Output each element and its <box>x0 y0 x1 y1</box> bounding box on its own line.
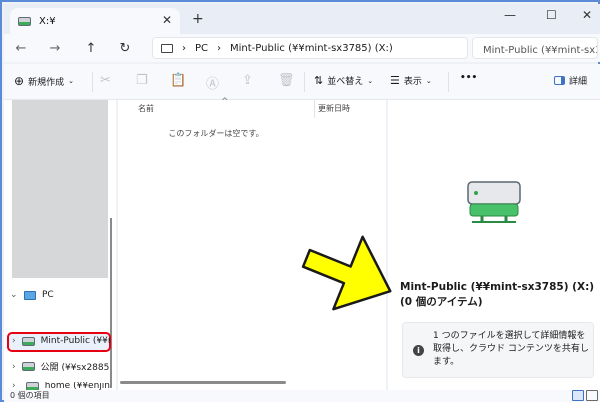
computer-icon <box>161 43 173 53</box>
details-title: Mint-Public (¥¥mint-sx3785) (X:) (0 個のアイ… <box>400 281 595 308</box>
tab-current[interactable]: X:¥ ✕ <box>10 8 180 34</box>
chevron-down-icon: ⌄ <box>425 76 432 85</box>
info-icon: i <box>413 345 424 356</box>
details-pane-icon <box>554 76 565 85</box>
column-divider[interactable] <box>314 100 315 118</box>
sidebar-item-label: 公開 (¥¥sx2885) <box>40 363 110 373</box>
chevron-right-icon[interactable]: › <box>12 336 16 346</box>
up-icon[interactable]: ↑ <box>80 38 102 58</box>
info-message: 1 つのファイルを選択して詳細情報を取得し、クラウド コンテンツを共有します。 <box>433 331 589 367</box>
column-header-name[interactable]: 名前 <box>138 103 154 114</box>
copy-icon[interactable]: ❐ <box>136 73 148 88</box>
minimize-button[interactable]: — <box>504 8 516 22</box>
empty-folder-message: このフォルダーは空です。 <box>168 129 264 138</box>
chevron-down-icon: ⌄ <box>367 76 374 85</box>
new-button[interactable]: ⊕ 新規作成 ⌄ <box>14 74 74 88</box>
rename-icon[interactable]: Ⓐ <box>206 73 219 92</box>
details-pane-label: 詳細 <box>569 77 588 87</box>
info-box: i 1 つのファイルを選択して詳細情報を取得し、クラウド コンテンツを共有します… <box>402 322 594 378</box>
refresh-icon[interactable]: ↻ <box>114 38 136 58</box>
network-drive-icon <box>18 16 31 26</box>
paste-icon[interactable]: 📋 <box>170 73 186 88</box>
breadcrumb-pc[interactable]: PC <box>195 43 208 54</box>
obscured-area <box>12 100 108 278</box>
new-button-label: 新規作成 <box>28 77 65 88</box>
explorer-window: X:¥ ✕ + — ☐ ✕ ← → ↑ ↻ › PC › Mint-Public… <box>0 0 600 402</box>
divider <box>448 72 449 92</box>
chevron-right-icon[interactable]: › <box>12 362 16 372</box>
title-bar: X:¥ ✕ + — ☐ ✕ <box>4 4 600 34</box>
maximize-button[interactable]: ☐ <box>546 8 557 22</box>
close-tab-icon[interactable]: ✕ <box>162 13 172 27</box>
command-bar: ⊕ 新規作成 ⌄ ✂ ❐ 📋 Ⓐ ⇪ 🗑 ⇅ 並べ替え ⌄ ☰ 表示 ⌄ •••… <box>4 64 600 100</box>
chevron-right-icon[interactable]: › <box>12 382 20 390</box>
view-button-label: 表示 <box>403 77 422 87</box>
address-bar[interactable]: › PC › Mint-Public (¥¥mint-sx3785) (X:) <box>152 37 468 59</box>
list-view-icon: ☰ <box>390 74 400 87</box>
details-view-icon[interactable] <box>572 390 584 401</box>
sidebar-item-label: PC <box>42 290 54 300</box>
breadcrumb-drive[interactable]: Mint-Public (¥¥mint-sx3785) (X:) <box>230 43 393 54</box>
horizontal-scrollbar[interactable] <box>120 381 286 384</box>
sort-button-label: 並べ替え <box>327 77 364 87</box>
details-pane: Mint-Public (¥¥mint-sx3785) (X:) (0 個のアイ… <box>388 100 600 390</box>
plus-circle-icon: ⊕ <box>14 74 25 88</box>
view-button[interactable]: ☰ 表示 ⌄ <box>390 74 432 87</box>
computer-icon <box>24 290 36 300</box>
more-options-button[interactable]: ••• <box>460 73 477 83</box>
network-drive-icon <box>21 362 35 371</box>
new-tab-button[interactable]: + <box>192 11 204 27</box>
sort-ascending-icon: ^ <box>221 97 229 107</box>
back-icon[interactable]: ← <box>10 38 32 58</box>
network-drive-icon <box>25 382 39 390</box>
divider <box>304 72 305 92</box>
search-input[interactable]: Mint-Public (¥¥mint-sx3785) (X:)の検索 <box>472 37 598 59</box>
item-count: 0 個の項目 <box>10 391 50 400</box>
divider <box>92 72 93 92</box>
sidebar-item-mint-public[interactable]: › Mint-Public (¥¥mint-sx3785) (X:) <box>12 336 110 346</box>
forward-icon[interactable]: → <box>44 38 66 58</box>
chevron-right-icon: › <box>182 42 186 54</box>
annotation-arrow-icon <box>301 235 392 311</box>
sort-icon: ⇅ <box>314 74 324 87</box>
navigation-bar: ← → ↑ ↻ › PC › Mint-Public (¥¥mint-sx378… <box>4 34 600 62</box>
network-drive-icon <box>21 336 35 346</box>
nav-scrollbar[interactable] <box>110 218 112 388</box>
column-header-date[interactable]: 更新日時 <box>318 103 350 114</box>
network-drive-large-icon <box>467 181 521 223</box>
chevron-right-icon: › <box>217 42 222 54</box>
chevron-down-icon[interactable]: ⌄ <box>10 290 18 300</box>
cut-icon[interactable]: ✂ <box>100 73 111 88</box>
large-icons-view-icon[interactable] <box>586 390 598 401</box>
chevron-down-icon: ⌄ <box>68 77 74 85</box>
share-icon[interactable]: ⇪ <box>242 73 253 88</box>
sidebar-item-label: Mint-Public (¥¥mint-sx3785) (X:) <box>40 336 110 346</box>
sidebar-item-public[interactable]: › 公開 (¥¥sx2885) <box>12 360 110 374</box>
close-window-button[interactable]: ✕ <box>582 8 592 22</box>
sort-button[interactable]: ⇅ 並べ替え ⌄ <box>314 74 373 87</box>
navigation-pane: ⌄ PC › Mint-Public (¥¥mint-sx3785) (X:) … <box>4 100 116 390</box>
sidebar-item-pc[interactable]: ⌄ PC <box>10 290 108 300</box>
sidebar-item-label: home (¥¥enjin <box>44 382 110 390</box>
details-pane-button[interactable]: 詳細 <box>554 74 587 87</box>
status-bar: 0 個の項目 <box>4 390 600 402</box>
tab-title: X:¥ <box>39 15 56 27</box>
delete-icon[interactable]: 🗑 <box>278 73 295 88</box>
sidebar-item-home[interactable]: › home (¥¥enjin <box>12 382 110 390</box>
